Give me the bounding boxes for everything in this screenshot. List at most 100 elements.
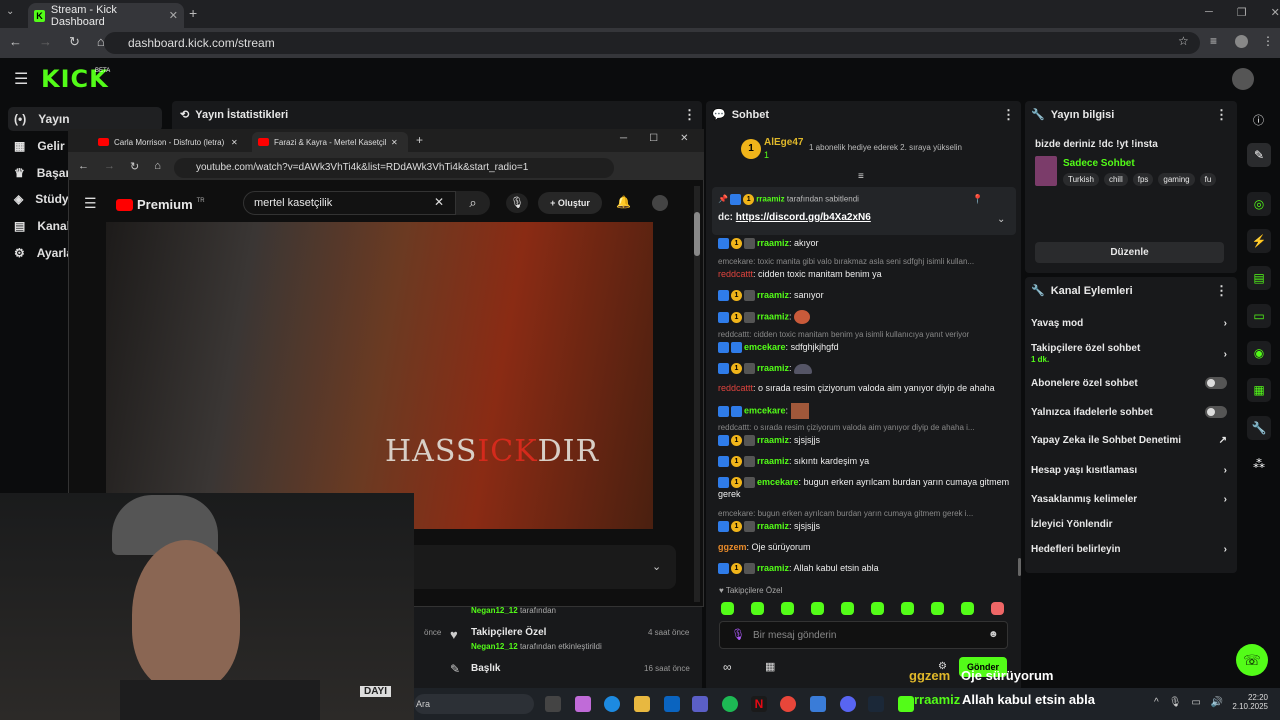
yt-url-input[interactable]: youtube.com/watch?v=dAWk3VhTi4k&list=RDd… (174, 158, 614, 178)
yt-tab-farazi[interactable]: Farazi & Kayra - Mertel Kasetçilik ✕ (252, 132, 408, 152)
restore-icon[interactable]: ❐ (1237, 6, 1247, 19)
yt-forward-icon[interactable]: → (104, 160, 115, 173)
chat-username[interactable]: rraamiz (757, 290, 789, 300)
emoji-picker-icon[interactable]: ☻ (988, 629, 999, 640)
chat-username[interactable]: rraamiz (757, 456, 789, 466)
tray-chevron-icon[interactable]: ^ (1154, 697, 1159, 708)
chat-username[interactable]: emcekare (744, 342, 786, 352)
emote-icon[interactable] (811, 602, 824, 615)
browser-menu-icon[interactable]: ⋮ (1262, 34, 1274, 48)
taskbar-clock[interactable]: 22:20 2.10.2025 (1230, 693, 1268, 711)
taskbar-search[interactable]: Ara (414, 694, 534, 714)
clear-search-icon[interactable]: ✕ (434, 195, 444, 209)
chat-username[interactable]: rraamiz (757, 435, 789, 445)
yt-new-tab-icon[interactable]: + (416, 133, 423, 147)
yt-avatar[interactable] (652, 195, 668, 211)
emote-icon[interactable] (781, 602, 794, 615)
tools-icon[interactable]: 🔧 (1247, 416, 1271, 440)
channel-actions-menu-icon[interactable]: ⋮ (1215, 283, 1228, 299)
chat-username[interactable]: emcekare (757, 477, 799, 487)
yt-search-button[interactable]: ⌕ (456, 191, 490, 215)
camera-icon[interactable]: ◎ (1247, 192, 1271, 216)
edit-icon[interactable]: ✎ (1247, 143, 1271, 167)
file-explorer-icon[interactable] (634, 696, 650, 712)
action-emotes-only[interactable]: Yalnızca ifadelerle sohbet (1031, 406, 1227, 418)
reload-icon[interactable]: ↻ (69, 34, 80, 50)
yt-back-icon[interactable]: ← (78, 160, 89, 173)
chat-scrollbar[interactable] (1018, 558, 1021, 576)
outlook-icon[interactable] (664, 696, 680, 712)
action-ai-moderation[interactable]: Yapay Zeka ile Sohbet Denetimi ↗ (1031, 435, 1227, 446)
action-slow-mode[interactable]: Yavaş mod › (1031, 318, 1227, 329)
back-icon[interactable]: ← (9, 34, 22, 50)
action-subscribers-only[interactable]: Abonelere özel sohbet (1031, 377, 1227, 389)
action-host[interactable]: İzleyici Yönlendir (1031, 519, 1227, 530)
kick-app-icon[interactable] (898, 696, 914, 712)
steam-icon[interactable] (868, 696, 884, 712)
support-icon[interactable]: ☏ (1236, 644, 1268, 676)
volume-icon[interactable]: 🔊 (1211, 697, 1223, 708)
more-icon[interactable]: ⁂ (1253, 457, 1265, 471)
profile-avatar[interactable] (1235, 35, 1248, 48)
stream-info-menu-icon[interactable]: ⋮ (1215, 107, 1228, 123)
close-window-icon[interactable]: ✕ (1271, 6, 1280, 19)
chat-menu-icon[interactable]: ⋮ (1002, 107, 1015, 123)
top-gifter[interactable]: AlEge47 (764, 137, 803, 148)
tray-mic-icon[interactable]: 🎙 (1169, 697, 1182, 708)
clipboard-icon[interactable]: ▤ (1247, 266, 1271, 290)
discord-icon[interactable] (840, 696, 856, 712)
emote-icon[interactable] (991, 602, 1004, 615)
emote-icon[interactable] (931, 602, 944, 615)
pinned-expand-icon[interactable]: ⌄ (997, 214, 1005, 225)
yt-tab-carla[interactable]: Carla Morrison - Disfruto (letra) ✕ (92, 132, 248, 152)
notifications-bell-icon[interactable]: 🔔 (616, 195, 631, 209)
new-tab-icon[interactable]: + (189, 5, 197, 21)
tab-close-icon[interactable]: ✕ (231, 138, 238, 147)
chat-username[interactable]: rraamiz (757, 563, 789, 573)
edge-icon[interactable] (604, 696, 620, 712)
lightning-icon[interactable]: ⚡ (1247, 229, 1271, 253)
chat-username[interactable]: reddcattt (718, 383, 753, 393)
teams-icon[interactable] (692, 696, 708, 712)
action-goals[interactable]: Hedefleri belirleyin › (1031, 544, 1227, 555)
emote-icon[interactable] (961, 602, 974, 615)
bookmark-star-icon[interactable]: ☆ (1178, 34, 1189, 48)
microphone-icon[interactable]: 🎙 (731, 628, 745, 641)
yt-scrollbar-thumb[interactable] (694, 212, 700, 256)
chat-username[interactable]: rraamiz (757, 238, 789, 248)
broadcast-icon[interactable]: ◉ (1247, 341, 1271, 365)
tab-close-icon[interactable]: ✕ (391, 138, 398, 147)
emote-icon[interactable] (871, 602, 884, 615)
chat-username[interactable]: reddcattt (718, 269, 753, 279)
copilot-icon[interactable] (575, 696, 591, 712)
tag-chip[interactable]: fu (1199, 173, 1217, 186)
video-player[interactable] (106, 222, 653, 529)
stats-menu-icon[interactable]: ⋮ (683, 107, 696, 123)
subscribers-only-toggle[interactable] (1205, 377, 1227, 389)
chat-username[interactable]: rraamiz (757, 521, 789, 531)
network-icon[interactable]: ▭ (1191, 697, 1200, 708)
emotes-only-toggle[interactable] (1205, 406, 1227, 418)
chat-username[interactable]: rraamiz (757, 363, 789, 373)
url-input[interactable]: dashboard.kick.com/stream (104, 32, 1200, 54)
yt-close-icon[interactable]: ✕ (680, 133, 688, 144)
emote-icon[interactable] (721, 602, 734, 615)
chrome-icon[interactable] (780, 696, 796, 712)
discord-link[interactable]: https://discord.gg/b4Xa2xN6 (736, 212, 871, 223)
settings-app-icon[interactable] (810, 696, 826, 712)
expand-chevron-icon[interactable]: ⌄ (652, 560, 661, 573)
netflix-icon[interactable]: N (751, 696, 767, 712)
emote-icon[interactable] (841, 602, 854, 615)
action-account-age[interactable]: Hesap yaşı kısıtlaması › (1031, 465, 1227, 476)
unpin-icon[interactable]: 📍 (972, 194, 983, 205)
spotify-icon[interactable] (722, 696, 738, 712)
emote-icon[interactable] (751, 602, 764, 615)
forward-icon[interactable]: → (39, 34, 52, 50)
tab-close-icon[interactable]: ✕ (169, 9, 178, 22)
yt-minimize-icon[interactable]: ─ (620, 133, 627, 144)
media-queue-icon[interactable]: ≡ (1210, 34, 1217, 48)
chat-collapse-icon[interactable]: ≡ (858, 171, 864, 182)
action-followers-only[interactable]: Takipçilere özel sohbet 1 dk. › (1031, 343, 1227, 365)
edit-button[interactable]: Düzenle (1035, 242, 1224, 263)
layout-icon[interactable]: ▦ (1247, 378, 1271, 402)
